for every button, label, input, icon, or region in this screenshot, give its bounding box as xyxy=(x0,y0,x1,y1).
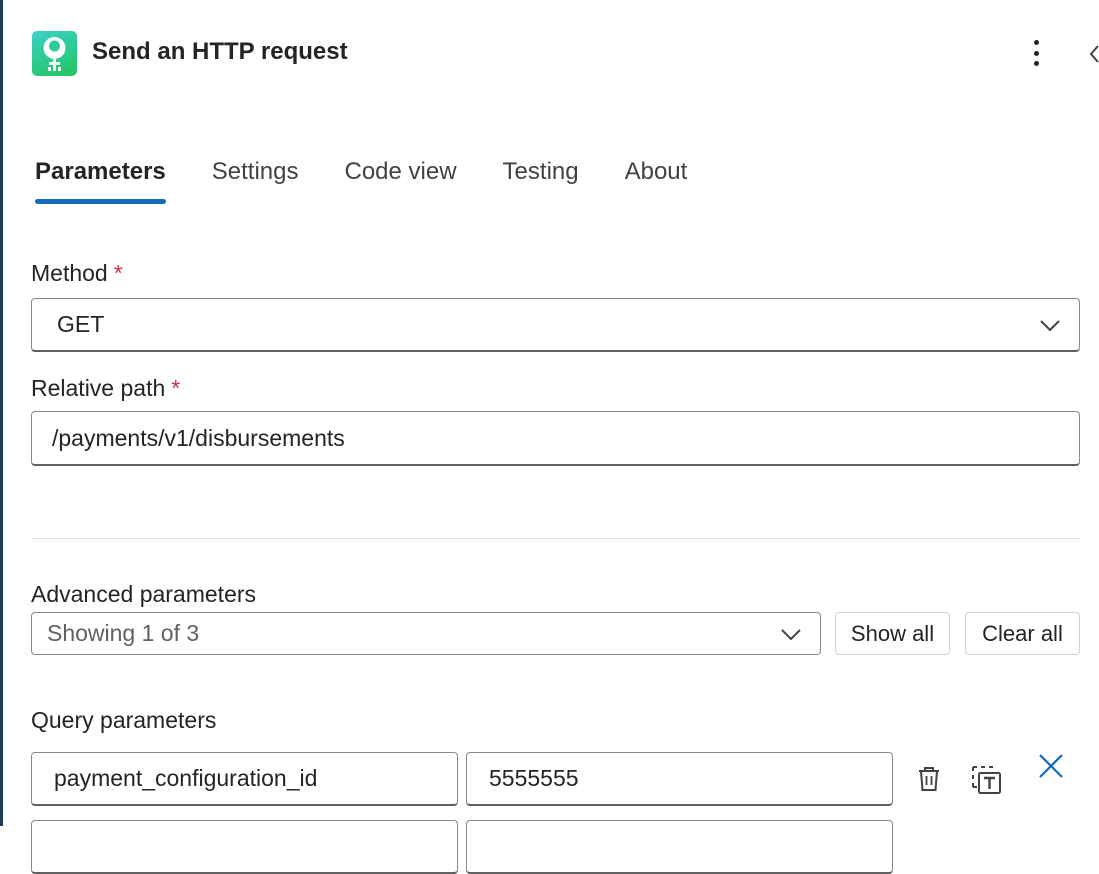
text-mode-icon xyxy=(972,766,1001,794)
more-vertical-icon-dot xyxy=(1033,61,1039,66)
method-label: Method * xyxy=(31,260,123,287)
advanced-parameters-label: Advanced parameters xyxy=(31,581,257,607)
method-label-text: Method xyxy=(31,260,108,286)
section-divider xyxy=(32,538,1080,539)
advanced-parameters-value: Showing 1 of 3 xyxy=(47,620,200,646)
relative-path-label-text: Relative path xyxy=(31,375,166,401)
delete-row-button[interactable] xyxy=(916,765,942,798)
query-value-input[interactable]: 5555555 xyxy=(466,752,893,806)
clear-all-button[interactable]: Clear all xyxy=(965,612,1080,655)
left-border xyxy=(0,0,3,826)
advanced-parameters-dropdown[interactable]: Showing 1 of 3 xyxy=(31,612,821,655)
tab-settings[interactable]: Settings xyxy=(212,158,299,204)
switch-to-text-mode-button[interactable] xyxy=(971,765,1003,800)
more-vertical-icon-dot xyxy=(1033,50,1039,56)
method-dropdown[interactable]: GET xyxy=(31,298,1080,352)
query-key-input[interactable]: payment_configuration_id xyxy=(31,752,458,806)
query-value-input-next[interactable] xyxy=(466,820,893,874)
collapse-panel-button[interactable] xyxy=(1086,40,1099,68)
method-value: GET xyxy=(57,311,105,337)
tab-testing[interactable]: Testing xyxy=(503,158,579,204)
required-marker: * xyxy=(171,375,181,401)
close-icon xyxy=(1039,754,1063,778)
chevron-down-icon xyxy=(1040,319,1060,331)
chevron-down-icon xyxy=(781,628,801,640)
required-marker: * xyxy=(113,260,123,286)
connector-icon xyxy=(32,31,77,76)
more-vertical-icon xyxy=(1033,40,1039,45)
panel-title: Send an HTTP request xyxy=(92,38,348,65)
query-value-value: 5555555 xyxy=(489,765,579,791)
relative-path-input[interactable]: /payments/v1/disbursements xyxy=(31,411,1080,466)
query-key-input-next[interactable] xyxy=(31,820,458,874)
relative-path-label: Relative path * xyxy=(31,375,180,402)
more-options-button[interactable] xyxy=(1022,36,1050,70)
trash-icon xyxy=(919,767,939,791)
tab-parameters[interactable]: Parameters xyxy=(35,158,166,204)
chevron-left-icon xyxy=(1089,45,1099,63)
tab-code-view[interactable]: Code view xyxy=(344,158,456,204)
tab-about[interactable]: About xyxy=(625,158,688,204)
query-key-value: payment_configuration_id xyxy=(54,765,318,791)
remove-parameter-button[interactable] xyxy=(1038,753,1064,784)
query-parameters-label: Query parameters xyxy=(31,707,217,733)
relative-path-value: /payments/v1/disbursements xyxy=(52,424,345,451)
tab-bar: Parameters Settings Code view Testing Ab… xyxy=(35,158,733,204)
show-all-button[interactable]: Show all xyxy=(835,612,950,655)
